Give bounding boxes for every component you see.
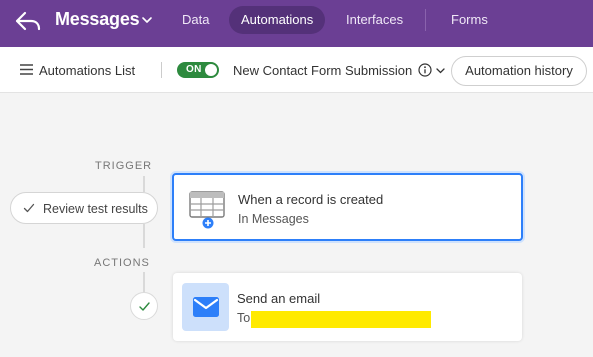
back-arrow-icon[interactable]: [14, 9, 42, 33]
flow-connector: [143, 224, 145, 248]
toggle-label: ON: [186, 64, 202, 75]
info-icon[interactable]: [418, 63, 432, 77]
automation-name[interactable]: New Contact Form Submission: [233, 63, 412, 78]
trigger-section-label: TRIGGER: [95, 160, 153, 172]
nav-divider: [425, 9, 426, 31]
review-label: Review test results: [43, 202, 148, 216]
trigger-card[interactable]: When a record is created In Messages: [172, 173, 523, 241]
check-icon: [23, 203, 35, 213]
review-test-results-button[interactable]: Review test results: [10, 192, 158, 224]
tab-interfaces[interactable]: Interfaces: [334, 6, 415, 34]
chevron-down-icon[interactable]: [435, 65, 446, 76]
action-recipient-label: To: [237, 311, 251, 325]
automation-on-toggle[interactable]: ON: [177, 62, 219, 78]
tab-data[interactable]: Data: [170, 6, 221, 34]
app-header: Messages Data Automations Interfaces For…: [0, 0, 593, 47]
table-plus-icon: [189, 191, 225, 229]
automation-history-button[interactable]: Automation history: [451, 56, 587, 86]
base-title[interactable]: Messages: [55, 9, 140, 30]
trigger-subtitle: In Messages: [238, 212, 309, 226]
chevron-down-icon[interactable]: [140, 13, 154, 27]
automation-toolbar: Automations List ON New Contact Form Sub…: [0, 47, 593, 93]
automations-list-link[interactable]: Automations List: [39, 63, 135, 78]
action-card[interactable]: Send an email To: [173, 273, 522, 341]
toolbar-divider: [161, 62, 162, 78]
trigger-title: When a record is created: [238, 192, 384, 207]
toggle-knob: [205, 64, 217, 76]
actions-section-label: ACTIONS: [94, 257, 150, 269]
flow-connector: [143, 176, 145, 192]
hamburger-menu-icon[interactable]: [20, 64, 33, 75]
tab-forms[interactable]: Forms: [439, 6, 500, 34]
action-title: Send an email: [237, 291, 321, 306]
redacted-recipient: [251, 311, 431, 328]
tab-automations[interactable]: Automations: [229, 6, 326, 34]
mail-icon-box: [182, 283, 229, 331]
action-status-check: [130, 292, 158, 320]
check-icon: [139, 302, 150, 311]
flow-connector: [143, 272, 145, 292]
mail-icon: [193, 297, 219, 317]
